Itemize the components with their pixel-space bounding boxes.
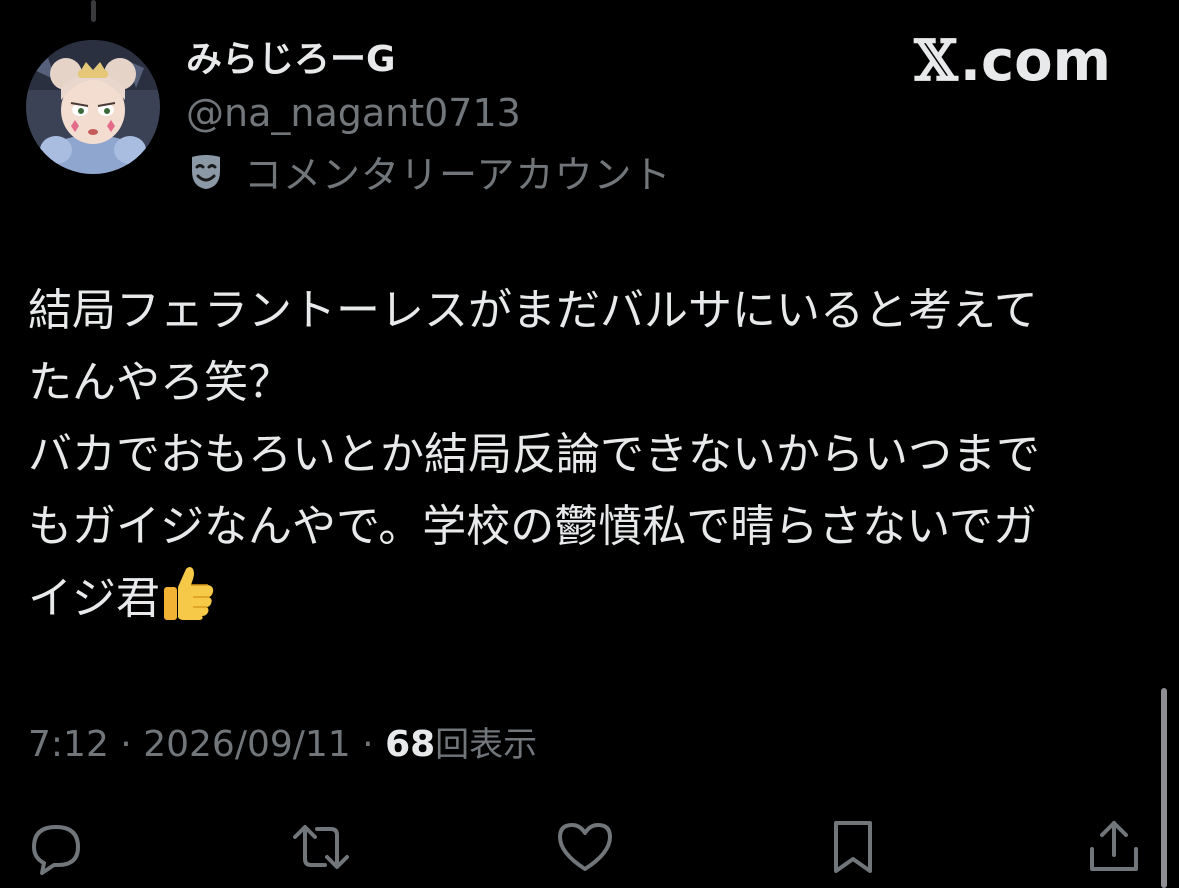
tweet-line: バカでおもろいとか結局反論できないからいつまで [28, 429, 1040, 480]
tweet-date[interactable]: 2026/09/11 [143, 724, 351, 765]
account-label: コメンタリーアカウント [186, 148, 671, 197]
tweet-meta: 7:12 · 2026/09/11 · 68回表示 [28, 722, 537, 768]
share-icon [1090, 821, 1138, 871]
cartoon-avatar-icon [26, 40, 160, 174]
tweet-line: たんやろ笑？ [28, 357, 292, 408]
tweet-time[interactable]: 7:12 [28, 724, 109, 765]
reply-icon [32, 825, 80, 875]
thumbs-up-icon [164, 567, 214, 620]
tweet-line: 結局フェラントーレスがまだバルサにいると考えて [28, 285, 1038, 336]
reply-button[interactable] [24, 815, 88, 879]
action-bar [0, 815, 1179, 885]
views-label[interactable]: 回表示 [435, 725, 537, 765]
watermark-text: .com [959, 28, 1111, 94]
x-logo-icon: 𝕏 [914, 28, 958, 94]
top-divider-tick [91, 0, 96, 22]
retweet-button[interactable] [289, 815, 353, 879]
avatar[interactable] [26, 40, 160, 174]
tweet-line: もガイジなんやで。学校の鬱憤私で晴らさないでガ [28, 501, 1037, 552]
meta-separator: · [120, 724, 132, 765]
account-label-text: コメンタリーアカウント [244, 152, 672, 197]
theater-mask-icon [192, 155, 220, 189]
tweet-line-last: イジ君 [28, 563, 1138, 635]
tweet-line-text: イジ君 [28, 573, 160, 624]
display-name[interactable]: みらじろーG [186, 38, 396, 82]
bookmark-icon [834, 821, 872, 873]
views-count[interactable]: 68 [385, 724, 435, 765]
user-handle[interactable]: @na_nagant0713 [186, 90, 521, 136]
scrollbar[interactable] [1161, 688, 1167, 888]
bookmark-button[interactable] [821, 815, 885, 879]
like-button[interactable] [553, 815, 617, 879]
retweet-icon [293, 825, 349, 869]
heart-icon [558, 823, 612, 871]
share-button[interactable] [1082, 815, 1146, 879]
tweet-text: 結局フェラントーレスがまだバルサにいると考えて たんやろ笑？ バカでおもろいとか… [28, 275, 1138, 635]
meta-separator: · [362, 724, 374, 765]
x-com-watermark: 𝕏 .com [914, 28, 1111, 94]
